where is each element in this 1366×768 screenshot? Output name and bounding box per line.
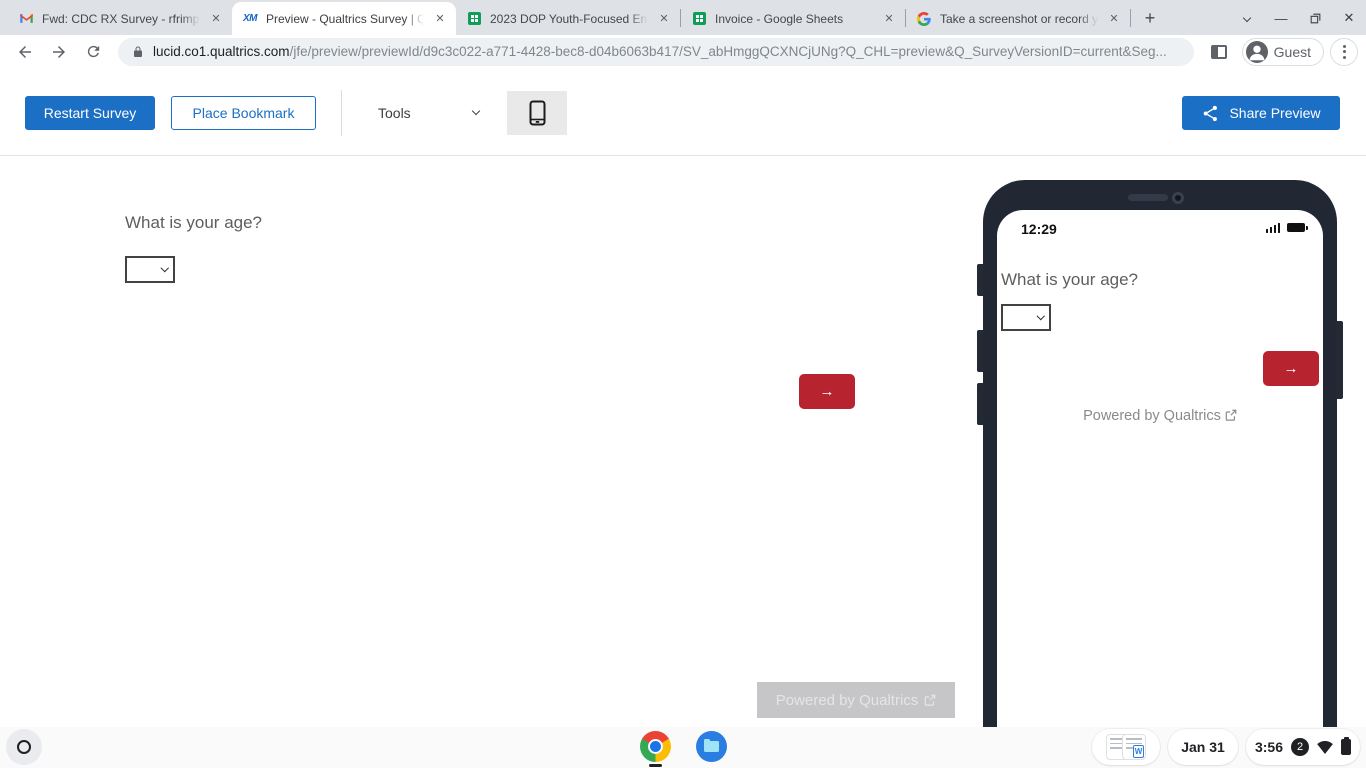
sheets-icon — [466, 11, 482, 27]
powered-by-qualtrics-link-mobile[interactable]: Powered by Qualtrics — [997, 408, 1323, 424]
external-link-icon — [1225, 409, 1237, 421]
tab-title: Invoice - Google Sheets — [715, 11, 844, 26]
phone-status-icons — [1265, 223, 1308, 233]
notification-badge: 2 — [1291, 738, 1310, 756]
share-preview-label: Share Preview — [1229, 105, 1321, 121]
chevron-down-icon — [1242, 13, 1252, 23]
next-button-mobile[interactable]: → — [1263, 351, 1319, 386]
tab-search-button[interactable] — [1230, 5, 1264, 31]
xm-icon: XM — [243, 13, 258, 24]
age-dropdown[interactable] — [125, 256, 175, 283]
side-panel-button[interactable] — [1205, 38, 1233, 66]
phone-power-button — [1336, 321, 1343, 399]
chevron-down-icon — [471, 106, 480, 116]
close-icon[interactable]: ✕ — [1106, 11, 1122, 27]
close-window-button[interactable]: ✕ — [1332, 5, 1366, 31]
chevron-down-icon — [160, 264, 169, 272]
tab-title: Take a screenshot or record yo — [940, 11, 1098, 26]
tab-separator — [1130, 9, 1131, 27]
doc-badge-icon: W — [1133, 745, 1144, 758]
shelf-date: Jan 31 — [1181, 739, 1225, 755]
forward-button[interactable] — [45, 38, 73, 66]
tab-title: Fwd: CDC RX Survey - rfrimpon — [42, 11, 200, 26]
url-path: /jfe/preview/previewId/d9c3c022-a771-442… — [289, 44, 1167, 59]
gmail-icon — [18, 11, 34, 27]
survey-question-mobile: What is your age? — [1001, 270, 1139, 289]
address-bar[interactable]: lucid.co1.qualtrics.com/jfe/preview/prev… — [118, 37, 1194, 66]
age-dropdown-mobile[interactable] — [1001, 304, 1051, 331]
reload-button[interactable] — [79, 38, 107, 66]
shelf-time: 3:56 — [1254, 739, 1284, 755]
close-icon[interactable]: ✕ — [881, 11, 897, 27]
screenshot-thumbnail[interactable]: W — [1122, 734, 1146, 760]
status-tray[interactable]: 3:56 2 — [1246, 729, 1360, 765]
restart-survey-button[interactable]: Restart Survey — [25, 96, 155, 130]
tab-sheets-invoice[interactable]: Invoice - Google Sheets ✕ — [681, 2, 905, 35]
back-button[interactable] — [11, 38, 39, 66]
battery-icon — [1287, 223, 1308, 232]
restore-button[interactable] — [1298, 5, 1332, 31]
url-text: lucid.co1.qualtrics.com/jfe/preview/prev… — [153, 44, 1167, 59]
powered-by-label: Powered by Qualtrics — [775, 691, 919, 709]
profile-chip[interactable]: Guest — [1241, 37, 1324, 66]
powered-by-qualtrics-link[interactable]: Powered by Qualtrics — [757, 682, 955, 718]
close-icon[interactable]: ✕ — [208, 11, 224, 27]
tools-label: Tools — [378, 105, 411, 121]
external-link-icon — [924, 694, 936, 706]
battery-icon — [1341, 736, 1352, 755]
minimize-button[interactable]: — — [1264, 5, 1298, 31]
mobile-icon — [529, 100, 545, 126]
place-bookmark-button[interactable]: Place Bookmark — [171, 96, 316, 130]
tab-gmail[interactable]: Fwd: CDC RX Survey - rfrimpon ✕ — [8, 2, 232, 35]
url-domain: lucid.co1.qualtrics.com — [153, 44, 290, 59]
chevron-down-icon — [1036, 312, 1045, 320]
tab-google-help[interactable]: Take a screenshot or record yo ✕ — [906, 2, 1130, 35]
browser-toolbar: lucid.co1.qualtrics.com/jfe/preview/prev… — [0, 35, 1366, 68]
launcher-button[interactable] — [6, 729, 42, 765]
tab-sheets-dop[interactable]: 2023 DOP Youth-Focused Env ✕ — [456, 2, 680, 35]
tab-title: 2023 DOP Youth-Focused Env — [490, 11, 648, 26]
phone-speaker — [1128, 194, 1168, 201]
sheets-icon — [691, 11, 707, 27]
share-preview-button[interactable]: Share Preview — [1182, 96, 1340, 130]
chromeos-shelf: W Jan 31 3:56 2 — [0, 727, 1366, 768]
arrow-right-icon: → — [819, 383, 835, 400]
qualtrics-preview-header: Restart Survey Place Bookmark Tools Shar… — [0, 68, 1366, 156]
tab-qualtrics-preview[interactable]: XM Preview - Qualtrics Survey | Qu ✕ — [232, 2, 456, 35]
powered-by-label: Powered by Qualtrics — [1083, 408, 1221, 424]
next-button[interactable]: → — [799, 374, 855, 409]
arrow-right-icon: → — [1283, 360, 1299, 377]
lock-icon[interactable] — [132, 45, 144, 59]
files-icon[interactable] — [696, 731, 727, 762]
phone-status-time: 12:29 — [1021, 221, 1057, 237]
google-icon — [916, 11, 932, 27]
signal-icon — [1265, 223, 1280, 233]
side-panel-icon — [1210, 44, 1227, 59]
folder-icon — [704, 738, 719, 752]
launcher-icon — [17, 740, 31, 754]
share-icon — [1204, 105, 1218, 121]
profile-label: Guest — [1273, 43, 1311, 60]
survey-question: What is your age? — [125, 213, 263, 232]
guest-avatar-icon — [1245, 40, 1268, 63]
chrome-active-indicator — [649, 764, 662, 767]
browser-window: Fwd: CDC RX Survey - rfrimpon ✕ XM Previ… — [0, 0, 1366, 727]
browser-menu-button[interactable] — [1330, 37, 1358, 66]
mobile-view-toggle[interactable] — [507, 91, 567, 135]
phone-camera — [1172, 192, 1184, 204]
wifi-icon — [1317, 740, 1333, 754]
new-tab-button[interactable]: + — [1137, 5, 1163, 31]
tab-strip: Fwd: CDC RX Survey - rfrimpon ✕ XM Previ… — [0, 0, 1366, 35]
close-icon[interactable]: ✕ — [432, 11, 448, 27]
chrome-icon[interactable] — [640, 731, 671, 762]
close-icon[interactable]: ✕ — [656, 11, 672, 27]
holding-space-button[interactable]: W — [1092, 729, 1160, 765]
tools-dropdown[interactable]: Tools — [378, 96, 480, 130]
toolbar-divider — [341, 90, 342, 136]
calendar-date-button[interactable]: Jan 31 — [1168, 729, 1238, 765]
chromeos-screen: Fwd: CDC RX Survey - rfrimpon ✕ XM Previ… — [0, 0, 1366, 768]
tab-title: Preview - Qualtrics Survey | Qu — [266, 11, 424, 26]
